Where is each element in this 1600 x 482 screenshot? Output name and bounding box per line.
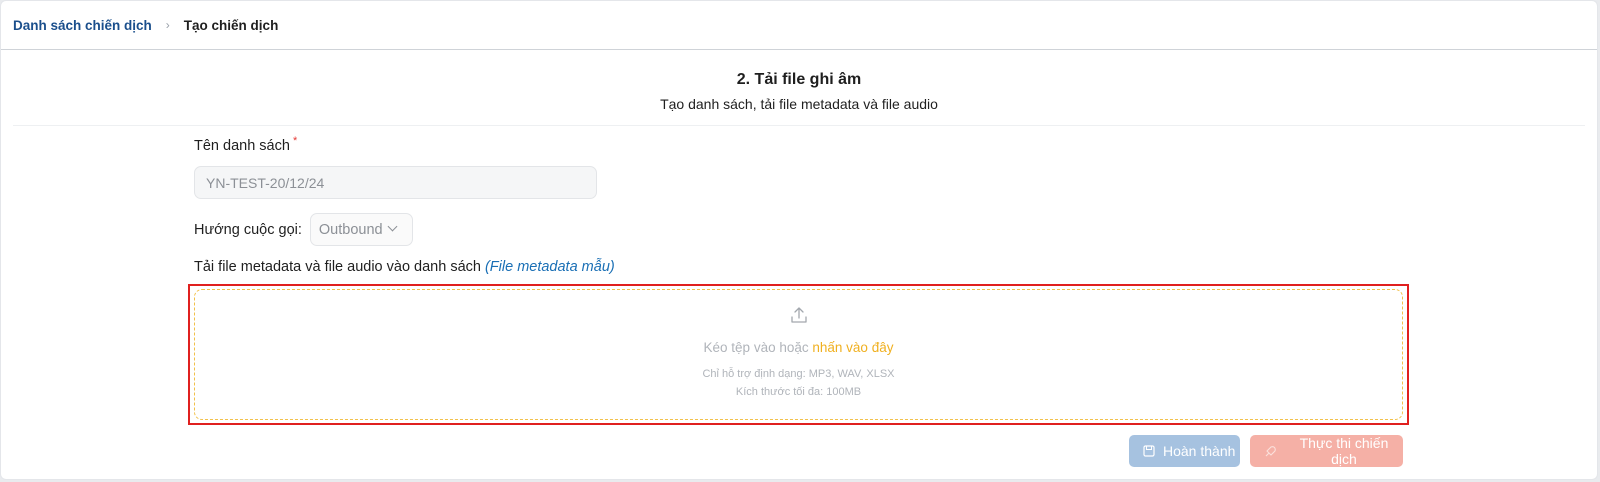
run-campaign-label: Thực thi chiến dịch (1299, 435, 1389, 467)
step-header: 2. Tải file ghi âm Tạo danh sách, tải fi… (1, 71, 1597, 112)
required-mark: * (292, 135, 298, 147)
call-direction-label: Hướng cuộc gọi: (194, 221, 302, 238)
run-campaign-button[interactable]: Thực thi chiến dịch (1250, 435, 1403, 467)
call-direction-row: Hướng cuộc gọi: Outbound (194, 213, 413, 246)
max-size: Kích thước tối đa: 100MB (735, 386, 862, 398)
upload-label-text: Tải file metadata và file audio vào danh… (194, 259, 481, 275)
sample-metadata-link[interactable]: (File metadata mẫu) (485, 259, 615, 275)
browse-files-link[interactable]: nhấn vào đây (812, 340, 893, 355)
step-subtitle: Tạo danh sách, tải file metadata và file… (660, 96, 938, 112)
done-button[interactable]: Hoàn thành (1129, 435, 1240, 467)
header-divider (13, 125, 1585, 126)
list-name-input[interactable] (194, 166, 597, 199)
breadcrumb-campaign-list[interactable]: Danh sách chiến dịch (13, 18, 152, 33)
upload-label: Tải file metadata và file audio vào danh… (194, 259, 615, 275)
save-icon (1143, 445, 1155, 457)
file-dropzone[interactable]: Kéo tệp vào hoặc nhấn vào đây Chỉ hỗ trợ… (194, 289, 1403, 420)
chevron-right-icon: › (165, 18, 170, 32)
list-name-label: Tên danh sách * (194, 135, 298, 154)
rocket-icon (1265, 445, 1276, 456)
dropzone-text: Kéo tệp vào hoặc nhấn vào đây (195, 340, 1402, 355)
chevron-down-icon (387, 221, 398, 232)
call-direction-select[interactable]: Outbound (309, 213, 413, 246)
breadcrumb: Danh sách chiến dịch › Tạo chiến dịch (1, 1, 1597, 50)
call-direction-value: Outbound (318, 221, 383, 238)
upload-icon (790, 307, 807, 323)
dropzone-main-text: Kéo tệp vào hoặc (703, 340, 809, 355)
page-frame: Danh sách chiến dịch › Tạo chiến dịch 2.… (0, 0, 1598, 480)
done-button-label: Hoàn thành (1163, 443, 1236, 459)
supported-formats: Chỉ hỗ trợ định dạng: MP3, WAV, XLSX (702, 368, 895, 380)
list-name-label-text: Tên danh sách (194, 138, 290, 154)
step-title: 2. Tải file ghi âm (736, 71, 862, 88)
breadcrumb-current: Tạo chiến dịch (183, 17, 279, 33)
